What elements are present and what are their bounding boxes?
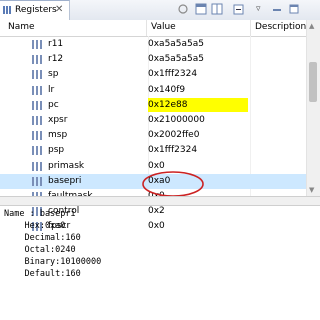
register-name: lr <box>48 84 55 95</box>
register-value[interactable]: 0x140f9 <box>148 85 248 99</box>
table-row[interactable]: sp 0x1fff2324 <box>0 67 306 82</box>
register-value[interactable]: 0xa5a5a5a5 <box>148 39 248 53</box>
table-row[interactable]: lr 0x140f9 <box>0 83 306 98</box>
register-name: r11 <box>48 39 64 49</box>
register-icon <box>32 100 42 110</box>
details-pane: Name : basepri Hex:0xa0 Decimal:160 Octa… <box>0 206 320 320</box>
register-name: primask <box>48 160 85 171</box>
registers-tab[interactable]: Registers ✕ <box>0 0 70 20</box>
pane-splitter[interactable] <box>0 196 320 206</box>
table-row[interactable]: psp 0x1fff2324 <box>0 143 306 158</box>
register-value[interactable]: 0xa5a5a5a5 <box>148 54 248 68</box>
column-divider[interactable] <box>250 20 251 36</box>
details-name: Name : basepri <box>4 209 76 219</box>
register-icon <box>32 40 42 49</box>
details-hex: Hex:0xa0 <box>4 221 66 231</box>
column-divider[interactable] <box>146 20 147 36</box>
registers-icon <box>3 6 11 14</box>
register-name: sp <box>48 69 59 80</box>
register-icon <box>32 161 42 171</box>
register-icon <box>32 131 42 141</box>
register-name: basepri <box>48 175 82 186</box>
scroll-down-icon[interactable]: ▼ <box>309 186 314 194</box>
register-name: r12 <box>48 54 64 65</box>
table-row[interactable]: r11 0xa5a5a5a5 <box>0 37 306 52</box>
vertical-scrollbar[interactable] <box>306 20 320 196</box>
register-icon <box>32 85 42 95</box>
details-binary: Binary:10100000 <box>4 257 102 267</box>
table-row[interactable]: pc 0x12e88 <box>0 97 306 113</box>
columns-icon[interactable] <box>210 2 224 16</box>
column-header-description[interactable]: Description <box>255 22 306 32</box>
close-icon[interactable]: ✕ <box>55 4 63 15</box>
column-header-name[interactable]: Name <box>8 22 35 32</box>
details-decimal: Decimal:160 <box>4 233 81 243</box>
register-value[interactable]: 0x1fff2324 <box>148 145 248 159</box>
details-default: Default:160 <box>4 269 81 279</box>
register-icon <box>32 70 42 80</box>
register-icon <box>32 176 42 186</box>
register-value[interactable]: 0x2002ffe0 <box>148 130 248 144</box>
register-icon <box>32 146 42 156</box>
toggle-icon[interactable] <box>176 2 190 16</box>
details-octal: Octal:0240 <box>4 245 76 255</box>
register-value[interactable]: 0x21000000 <box>148 115 248 129</box>
view-menu-icon[interactable]: ▿ <box>256 4 261 14</box>
register-name: pc <box>48 99 59 110</box>
minimize-icon[interactable] <box>270 2 284 16</box>
register-value[interactable]: 0x1fff2324 <box>148 69 248 83</box>
register-name: msp <box>48 130 68 141</box>
register-name: xpsr <box>48 115 68 125</box>
table-row[interactable]: msp 0x2002ffe0 <box>0 128 306 143</box>
table-row[interactable]: xpsr 0x21000000 <box>0 113 306 128</box>
scrollbar-thumb[interactable] <box>309 62 317 102</box>
register-icon <box>32 116 42 125</box>
tab-title: Registers <box>15 5 57 15</box>
layout-icon[interactable] <box>194 2 208 16</box>
collapse-all-icon[interactable] <box>232 2 246 16</box>
register-name: psp <box>48 145 65 156</box>
register-value[interactable]: 0x12e88 <box>148 97 248 112</box>
register-icon <box>32 55 42 65</box>
scroll-up-icon[interactable]: ▲ <box>309 22 314 30</box>
maximize-icon[interactable] <box>287 2 301 16</box>
column-header-value[interactable]: Value <box>151 22 176 32</box>
table-row[interactable]: r12 0xa5a5a5a5 <box>0 52 306 67</box>
